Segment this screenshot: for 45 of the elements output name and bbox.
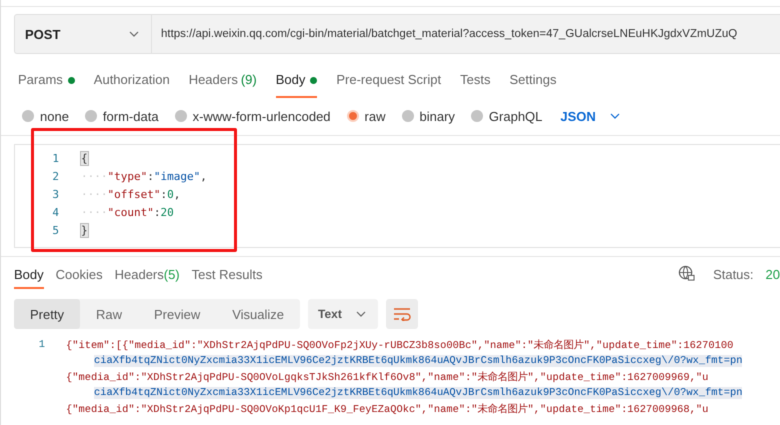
body-type-radio[interactable]: form-data — [84, 108, 159, 124]
code-line: ····"offset":0, — [81, 188, 180, 200]
request-tab[interactable]: Settings — [509, 70, 556, 96]
wrap-lines-button[interactable] — [386, 299, 418, 329]
request-tab[interactable]: Authorization — [94, 70, 170, 96]
line-number: 4 — [51, 206, 60, 218]
request-tab[interactable]: Tests — [460, 70, 490, 96]
body-type-radio[interactable]: x-www-form-urlencoded — [174, 108, 331, 124]
language-dropdown[interactable]: JSON — [560, 108, 620, 124]
format-dropdown[interactable]: Text — [308, 299, 378, 329]
chevron-down-icon — [356, 311, 366, 317]
response-tab[interactable]: Cookies — [56, 265, 103, 289]
code-line: {"media_id":"XDhStr2AjqPdPU-SQ0OVoKp1qcU1F_K9_FeyEZaQOkc","name":"未命名图片","update_time":1627009968,"u — [66, 402, 708, 416]
wrap-lines-icon — [393, 307, 412, 321]
body-type-radio[interactable]: GraphQL — [470, 108, 542, 124]
line-number: 5 — [51, 224, 60, 236]
code-line: ····"type":"image", — [81, 170, 207, 182]
request-tab[interactable]: Headers (9) — [188, 70, 257, 96]
code-editor[interactable]: 1 { 2 ····"type":"image", 3 ····"offset":0, 4 ····"count":20 5 } — [14, 144, 780, 248]
request-tab[interactable]: Body — [276, 70, 318, 98]
body-type-radio[interactable]: binary — [402, 108, 455, 124]
request-tab[interactable]: Params — [18, 70, 75, 96]
view-mode-tab[interactable]: Visualize — [216, 299, 300, 329]
status-label: Status: — [713, 266, 754, 282]
code-line: ····"count":20 — [81, 206, 174, 218]
body-type-radio[interactable]: none — [22, 108, 69, 124]
chevron-down-icon — [610, 113, 620, 119]
status-dot-icon — [310, 77, 318, 84]
code-line: {"item":[{"media_id":"XDhStr2AjqPdPU-SQ0OVoFp2jXUy-rUBCZ3b8so00Bc","name":"未命名图片","update_time":16270100 — [66, 338, 734, 352]
line-number: 2 — [51, 170, 60, 182]
line-number: 3 — [51, 188, 60, 200]
view-mode-tab[interactable]: Pretty — [14, 299, 80, 329]
line-number: 1 — [51, 152, 60, 164]
view-mode-tab[interactable]: Preview — [138, 299, 216, 329]
globe-lock-icon[interactable] — [678, 265, 696, 282]
body-type-radio[interactable]: raw — [346, 108, 386, 124]
line-number: 1 — [38, 339, 45, 351]
response-tab[interactable]: Test Results — [192, 265, 262, 289]
response-tab[interactable]: Headers(5) — [114, 265, 180, 289]
status-code: 20 — [766, 266, 780, 282]
code-line: {"media_id":"XDhStr2AjqPdPU-SQ0OVoLgqksTJkSh261kfKlf6Ov8","name":"未命名图片","update_time":1627009969,"u — [66, 370, 708, 384]
status-dot-icon — [68, 77, 75, 84]
view-mode-tab[interactable]: Raw — [80, 299, 138, 329]
response-tab[interactable]: Body — [14, 265, 44, 289]
request-tab[interactable]: Pre-request Script — [336, 70, 442, 96]
